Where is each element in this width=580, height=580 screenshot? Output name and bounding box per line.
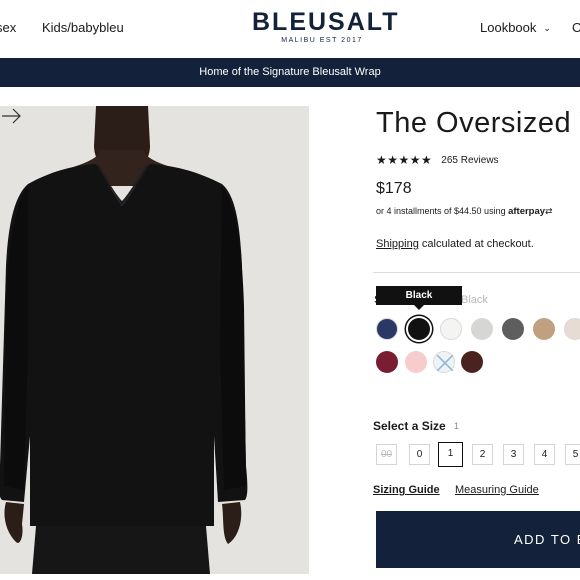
product-title: The Oversized V bbox=[376, 107, 580, 139]
afterpay-arrows-icon: ⇄ bbox=[545, 206, 553, 216]
star-rating-icon: ★★★★★ bbox=[376, 153, 433, 167]
swatch-blush[interactable] bbox=[405, 351, 427, 373]
swatch-chocolate[interactable] bbox=[461, 351, 483, 373]
swatch-white[interactable] bbox=[440, 318, 462, 340]
product-price: $178 bbox=[376, 180, 412, 197]
logo-wordmark: BLEUSALT bbox=[252, 8, 400, 36]
installments-text: or 4 installments of $44.50 using bbox=[376, 206, 509, 216]
add-to-bag-button[interactable]: ADD TO B bbox=[376, 511, 580, 568]
logo-tagline: MALIBU EST 2017 bbox=[281, 37, 363, 44]
size-option-2[interactable]: 2 bbox=[472, 444, 493, 465]
size-option-00[interactable]: 00 bbox=[376, 444, 397, 465]
chevron-down-icon: ⌄ bbox=[543, 23, 551, 33]
nav-link-more[interactable]: O bbox=[572, 20, 580, 35]
nav-link-lookbook[interactable]: Lookbook ⌄ bbox=[480, 20, 551, 35]
divider bbox=[373, 272, 580, 273]
selected-color-value: Black bbox=[461, 294, 488, 306]
product-rating[interactable]: ★★★★★ 265 Reviews bbox=[376, 153, 499, 167]
site-header: sex Kids/babybleu BLEUSALT MALIBU EST 20… bbox=[0, 0, 580, 58]
next-arrow-icon[interactable] bbox=[0, 106, 22, 126]
size-option-0[interactable]: 0 bbox=[409, 444, 430, 465]
size-option-4[interactable]: 4 bbox=[534, 444, 555, 465]
nav-link-label: Lookbook bbox=[480, 20, 537, 35]
size-label: Select a Size bbox=[373, 419, 446, 433]
review-count[interactable]: 265 Reviews bbox=[441, 155, 498, 166]
nav-link-kids[interactable]: Kids/babybleu bbox=[42, 20, 124, 35]
afterpay-logo[interactable]: afterpay bbox=[508, 206, 545, 217]
swatch-burgundy[interactable] bbox=[376, 351, 398, 373]
swatch-navy[interactable] bbox=[376, 318, 398, 340]
size-count: 1 bbox=[454, 421, 460, 431]
size-option-3[interactable]: 3 bbox=[503, 444, 524, 465]
swatch-charcoal[interactable] bbox=[502, 318, 524, 340]
swatch-black[interactable] bbox=[408, 318, 430, 340]
shipping-note: Shipping calculated at checkout. bbox=[376, 238, 534, 250]
brand-logo[interactable]: BLEUSALT MALIBU EST 2017 bbox=[252, 8, 400, 44]
swatch-camel[interactable] bbox=[533, 318, 555, 340]
product-image[interactable] bbox=[0, 106, 309, 574]
shipping-text: calculated at checkout. bbox=[418, 238, 534, 250]
announcement-bar: Home of the Signature Bleusalt Wrap bbox=[0, 58, 580, 87]
measuring-guide-link[interactable]: Measuring Guide bbox=[455, 484, 539, 496]
product-photo bbox=[0, 106, 248, 574]
size-option-1[interactable]: 1 bbox=[438, 442, 463, 467]
sizing-guide-link[interactable]: Sizing Guide bbox=[373, 484, 440, 496]
size-option-5[interactable]: 5 bbox=[565, 444, 580, 465]
shipping-link[interactable]: Shipping bbox=[376, 238, 419, 250]
color-tooltip: Black bbox=[376, 286, 462, 310]
afterpay-installments: or 4 installments of $44.50 using afterp… bbox=[376, 206, 553, 217]
swatch-sold-out[interactable] bbox=[433, 351, 456, 374]
nav-link-unisex[interactable]: sex bbox=[0, 20, 16, 35]
swatch-heather-grey[interactable] bbox=[471, 318, 493, 340]
swatch-oatmeal[interactable] bbox=[564, 318, 580, 340]
